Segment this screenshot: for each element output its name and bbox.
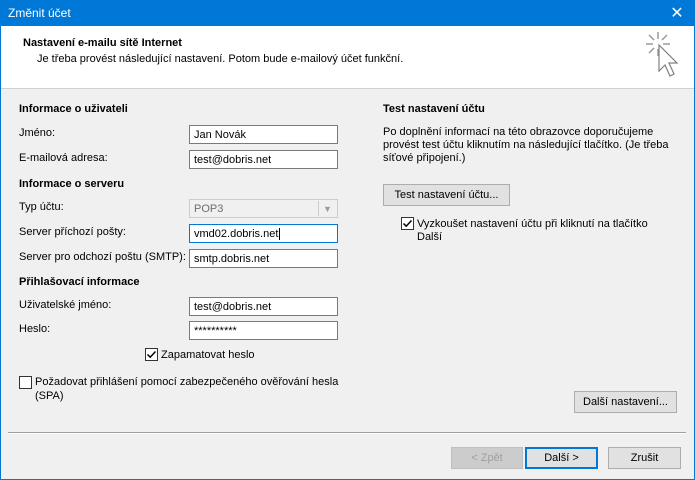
name-field[interactable]: Jan Novák: [189, 125, 338, 144]
footer-divider: [8, 432, 686, 434]
back-button: < Zpět: [451, 447, 523, 469]
text-caret: [279, 228, 281, 241]
test-desc-line1: Po doplnění informací na této obrazovce …: [383, 126, 654, 138]
checkmark-icon: [402, 219, 413, 228]
incoming-server-value: vmd02.dobris.net: [194, 228, 279, 240]
test-desc-line3: síťové připojení.): [383, 152, 466, 164]
test-account-settings-button[interactable]: Test nastavení účtu...: [383, 184, 510, 206]
outgoing-server-label: Server pro odchozí poštu (SMTP):: [19, 251, 186, 263]
window-title: Změnit účet: [8, 6, 71, 20]
username-field[interactable]: test@dobris.net: [189, 297, 338, 316]
account-type-select: POP3 ▼: [189, 199, 338, 218]
email-label: E-mailová adresa:: [19, 152, 108, 164]
header-title: Nastavení e-mailu sítě Internet: [23, 37, 182, 49]
checkmark-icon: [146, 350, 157, 359]
next-button[interactable]: Další >: [525, 447, 598, 469]
incoming-server-field[interactable]: vmd02.dobris.net: [189, 224, 338, 243]
outgoing-server-field[interactable]: smtp.dobris.net: [189, 249, 338, 268]
title-bar: Změnit účet ✕: [0, 0, 695, 26]
dialog-header: Nastavení e-mailu sítě Internet Je třeba…: [1, 26, 694, 89]
spa-label-line2[interactable]: (SPA): [35, 390, 64, 402]
server-info-heading: Informace o serveru: [19, 178, 125, 190]
wand-cursor-icon: [646, 32, 679, 77]
close-icon[interactable]: ✕: [659, 0, 695, 26]
chevron-down-icon: ▼: [318, 201, 336, 216]
more-settings-button[interactable]: Další nastavení...: [574, 391, 677, 413]
email-field[interactable]: test@dobris.net: [189, 150, 338, 169]
auto-test-label-line2[interactable]: Další: [417, 231, 442, 243]
username-label: Uživatelské jméno:: [19, 299, 112, 311]
spa-label-line1[interactable]: Požadovat přihlášení pomocí zabezpečenéh…: [35, 376, 338, 388]
test-settings-heading: Test nastavení účtu: [383, 103, 485, 115]
auto-test-checkbox[interactable]: [401, 217, 414, 230]
remember-password-checkbox[interactable]: [145, 348, 158, 361]
window-border-left: [0, 26, 1, 480]
account-type-label: Typ účtu:: [19, 201, 64, 213]
account-type-value: POP3: [194, 203, 224, 215]
test-desc-line2: provést test účtu kliknutím na následují…: [383, 139, 669, 151]
name-label: Jméno:: [19, 127, 56, 139]
spa-checkbox[interactable]: [19, 376, 32, 389]
login-info-heading: Přihlašovací informace: [19, 276, 140, 288]
password-field[interactable]: **********: [189, 321, 338, 340]
password-label: Heslo:: [19, 323, 51, 335]
cancel-button[interactable]: Zrušit: [608, 447, 681, 469]
auto-test-label-line1[interactable]: Vyzkoušet nastavení účtu při kliknutí na…: [417, 218, 648, 230]
user-info-heading: Informace o uživateli: [19, 103, 128, 115]
header-subtitle: Je třeba provést následující nastavení. …: [37, 53, 404, 65]
remember-password-label[interactable]: Zapamatovat heslo: [161, 349, 255, 361]
incoming-server-label: Server příchozí pošty:: [19, 226, 126, 238]
